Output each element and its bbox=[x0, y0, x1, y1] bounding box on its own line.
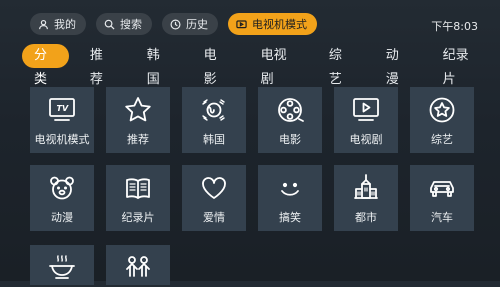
tv-mode-icon: TV bbox=[49, 98, 75, 121]
card-label: 动漫 bbox=[51, 211, 73, 224]
card-label: 都市 bbox=[355, 211, 377, 224]
category-card-recommend[interactable]: 推荐 bbox=[106, 87, 170, 153]
nav-history-button[interactable]: 历史 bbox=[162, 13, 218, 35]
card-label: 推荐 bbox=[127, 133, 149, 146]
clock-icon bbox=[170, 19, 181, 29]
star-circle-icon bbox=[429, 97, 455, 123]
tab-recommend[interactable]: 推荐 bbox=[79, 44, 124, 87]
nav-tv-mode-label: 电视机模式 bbox=[252, 18, 307, 31]
nav-search-button[interactable]: 搜索 bbox=[96, 13, 152, 35]
card-label: 爱情 bbox=[203, 211, 225, 224]
tv-icon bbox=[236, 19, 247, 28]
tab-category[interactable]: 分类 bbox=[22, 44, 69, 87]
svg-text:TV: TV bbox=[57, 104, 69, 113]
heart-icon bbox=[202, 177, 226, 199]
star-icon bbox=[125, 97, 151, 122]
category-tabs: 分类 推荐 韩国 电影 电视剧 综艺 动漫 纪录片 bbox=[22, 44, 500, 87]
nav-my-label: 我的 bbox=[54, 18, 76, 31]
tab-movie[interactable]: 电影 bbox=[193, 44, 238, 87]
card-label: 综艺 bbox=[431, 133, 453, 146]
kids-icon bbox=[126, 256, 150, 277]
category-card-city[interactable]: 都市 bbox=[334, 165, 398, 231]
card-label: 汽车 bbox=[431, 211, 453, 224]
city-icon bbox=[354, 174, 378, 199]
category-card-tv-series[interactable]: 电视剧 bbox=[334, 87, 398, 153]
nav-search-label: 搜索 bbox=[120, 18, 142, 31]
category-card-anime[interactable]: 动漫 bbox=[30, 165, 94, 231]
korea-flag-icon bbox=[202, 99, 225, 121]
tab-tv-series[interactable]: 电视剧 bbox=[250, 44, 306, 87]
tab-documentary[interactable]: 纪录片 bbox=[432, 44, 488, 87]
category-card-documentary[interactable]: 纪录片 bbox=[106, 165, 170, 231]
category-card-car[interactable]: 汽车 bbox=[410, 165, 474, 231]
nav-tv-mode-button[interactable]: 电视机模式 bbox=[228, 13, 317, 35]
category-card-variety[interactable]: 综艺 bbox=[410, 87, 474, 153]
category-grid: TV 电视机模式 推荐 韩国 电影 电视剧 综艺 动漫 纪录片 爱情 搞笑 都市… bbox=[30, 87, 474, 231]
tv-play-icon bbox=[353, 98, 379, 121]
user-icon bbox=[39, 19, 48, 29]
top-nav: 我的 搜索 历史 电视机模式 bbox=[30, 13, 317, 35]
category-grid-row-3 bbox=[30, 245, 474, 285]
card-label: 电视剧 bbox=[349, 133, 383, 146]
card-label: 电视机模式 bbox=[34, 133, 90, 146]
category-card-comedy[interactable]: 搞笑 bbox=[258, 165, 322, 231]
category-card-movie[interactable]: 电影 bbox=[258, 87, 322, 153]
tab-korea[interactable]: 韩国 bbox=[136, 44, 181, 87]
card-label: 纪录片 bbox=[121, 211, 155, 224]
status-clock: 下午8:03 bbox=[431, 20, 478, 33]
nav-my-button[interactable]: 我的 bbox=[30, 13, 86, 35]
category-card-kids[interactable] bbox=[106, 245, 170, 285]
category-card-romance[interactable]: 爱情 bbox=[182, 165, 246, 231]
card-label: 电影 bbox=[279, 133, 301, 146]
category-card-korea[interactable]: 韩国 bbox=[182, 87, 246, 153]
nav-history-label: 历史 bbox=[186, 18, 208, 31]
category-card-tv-mode[interactable]: TV 电视机模式 bbox=[30, 87, 94, 153]
film-reel-icon bbox=[278, 98, 304, 122]
tab-variety[interactable]: 综艺 bbox=[318, 44, 363, 87]
food-icon bbox=[49, 255, 75, 279]
smile-icon bbox=[281, 182, 299, 196]
category-card-food[interactable] bbox=[30, 245, 94, 285]
card-label: 韩国 bbox=[203, 133, 225, 146]
tab-anime[interactable]: 动漫 bbox=[375, 44, 420, 87]
search-icon bbox=[104, 19, 115, 30]
bear-icon bbox=[50, 176, 74, 200]
car-icon bbox=[430, 181, 454, 197]
book-icon bbox=[126, 178, 150, 199]
card-label: 搞笑 bbox=[279, 211, 301, 224]
